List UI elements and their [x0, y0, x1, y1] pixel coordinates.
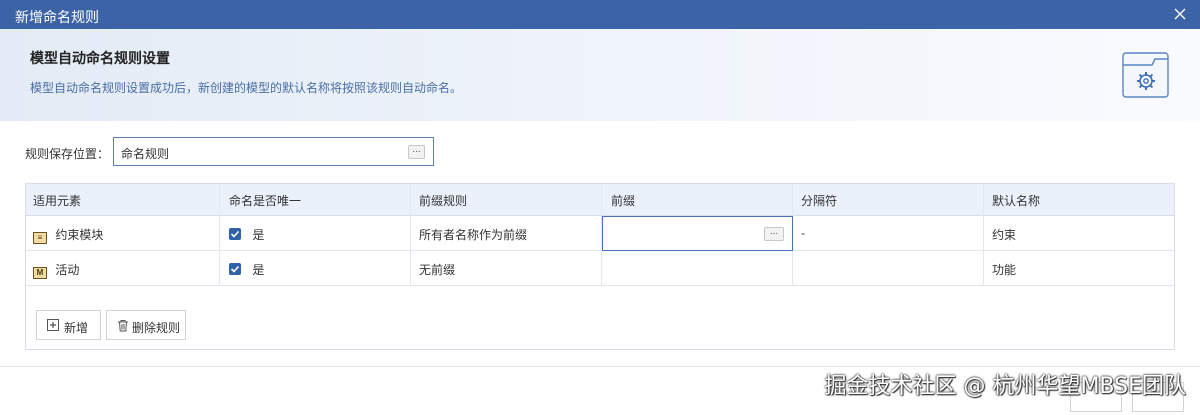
header-banner: 模型自动命名规则设置 模型自动命名规则设置成功后，新创建的模型的默认名称将按照该…: [0, 29, 1200, 121]
column-header-unique[interactable]: 命名是否唯一: [229, 192, 301, 209]
browse-location-button[interactable]: ...: [408, 145, 425, 159]
prefix-browse-button[interactable]: ...: [764, 227, 784, 241]
unique-checkbox[interactable]: [229, 228, 241, 240]
unique-cell: 是: [229, 261, 264, 278]
table-row[interactable]: M 活动 是 无前缀 功能: [26, 251, 1174, 286]
unique-checkbox[interactable]: [229, 263, 241, 275]
element-cell: M 活动: [33, 261, 79, 279]
footer-divider: [0, 366, 1200, 367]
default-name-cell[interactable]: 约束: [992, 226, 1016, 243]
save-location-label: 规则保存位置：: [25, 147, 110, 161]
constraint-block-icon: ≡: [33, 232, 47, 244]
delete-rule-button[interactable]: 删除规则: [106, 310, 186, 340]
naming-rules-table: 适用元素 命名是否唯一 前缀规则 前缀 分隔符 默认名称 ≡ 约束模块 是 所有…: [25, 183, 1175, 350]
table-header: 适用元素 命名是否唯一 前缀规则 前缀 分隔符 默认名称: [26, 184, 1174, 216]
default-name-cell[interactable]: 功能: [992, 261, 1016, 278]
dialog-titlebar: 新增命名规则: [0, 0, 1200, 29]
table-row[interactable]: ≡ 约束模块 是 所有者名称作为前缀 ... - 约束: [26, 216, 1174, 251]
dialog-title: 新增命名规则: [15, 9, 99, 25]
trash-icon: [117, 319, 129, 335]
watermark: 掘金技术社区 @ 杭州华望MBSE团队: [824, 374, 1186, 399]
column-header-prefix-rule[interactable]: 前缀规则: [419, 192, 467, 209]
column-header-element[interactable]: 适用元素: [33, 192, 81, 209]
element-cell: ≡ 约束模块: [33, 226, 103, 244]
activity-icon: M: [33, 267, 47, 279]
close-icon[interactable]: [1172, 6, 1188, 22]
prefix-rule-cell[interactable]: 无前缀: [419, 261, 455, 278]
column-header-prefix[interactable]: 前缀: [611, 192, 635, 209]
unique-cell: 是: [229, 226, 264, 243]
prefix-input[interactable]: ...: [602, 216, 793, 251]
add-rule-button[interactable]: 新增: [36, 310, 101, 340]
unique-label: 是: [252, 263, 265, 277]
banner-description: 模型自动命名规则设置成功后，新创建的模型的默认名称将按照该规则自动命名。: [30, 81, 463, 95]
column-header-separator[interactable]: 分隔符: [801, 192, 837, 209]
column-header-default-name[interactable]: 默认名称: [992, 192, 1040, 209]
separator-cell[interactable]: -: [801, 226, 805, 240]
banner-title: 模型自动命名规则设置: [30, 50, 170, 66]
prefix-rule-cell[interactable]: 所有者名称作为前缀: [419, 226, 527, 243]
save-location-value: 命名规则: [121, 147, 170, 161]
gear-icon: [1122, 52, 1169, 98]
unique-label: 是: [252, 228, 265, 242]
save-location-field[interactable]: 命名规则 ...: [113, 137, 434, 166]
add-icon: [47, 319, 59, 334]
